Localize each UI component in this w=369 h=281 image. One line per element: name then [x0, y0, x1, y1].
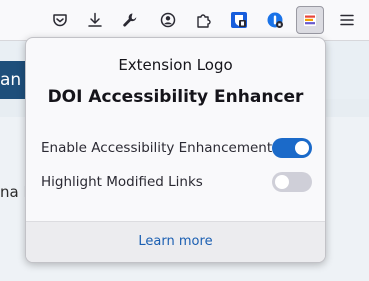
setting-enable-accessibility: Enable Accessibility Enhancements [41, 138, 312, 160]
bitwarden-icon[interactable] [225, 6, 253, 34]
browser-toolbar [0, 0, 369, 41]
download-icon[interactable] [81, 6, 109, 34]
toggle-knob [295, 141, 309, 155]
toggle-knob [275, 175, 289, 189]
learn-more-link[interactable]: Learn more [138, 234, 212, 249]
extension-popup: Extension Logo DOI Accessibility Enhance… [25, 37, 326, 263]
account-icon[interactable] [154, 6, 182, 34]
setting-label: Highlight Modified Links [41, 174, 203, 190]
page-body-text: na I [0, 183, 28, 201]
wrench-icon[interactable] [116, 6, 144, 34]
setting-label: Enable Accessibility Enhancements [41, 140, 280, 156]
one-password-icon[interactable] [261, 6, 289, 34]
popup-title: DOI Accessibility Enhancer [47, 87, 304, 107]
popup-footer: Learn more [26, 221, 325, 262]
extension-logo: Extension Logo [118, 56, 233, 74]
enable-accessibility-toggle[interactable] [272, 138, 312, 158]
hamburger-menu-icon[interactable] [333, 6, 361, 34]
doi-extension-icon[interactable] [296, 6, 324, 34]
extensions-icon[interactable] [189, 6, 217, 34]
pocket-icon[interactable] [46, 6, 74, 34]
highlight-links-toggle[interactable] [272, 172, 312, 192]
setting-highlight-links: Highlight Modified Links [41, 172, 312, 194]
